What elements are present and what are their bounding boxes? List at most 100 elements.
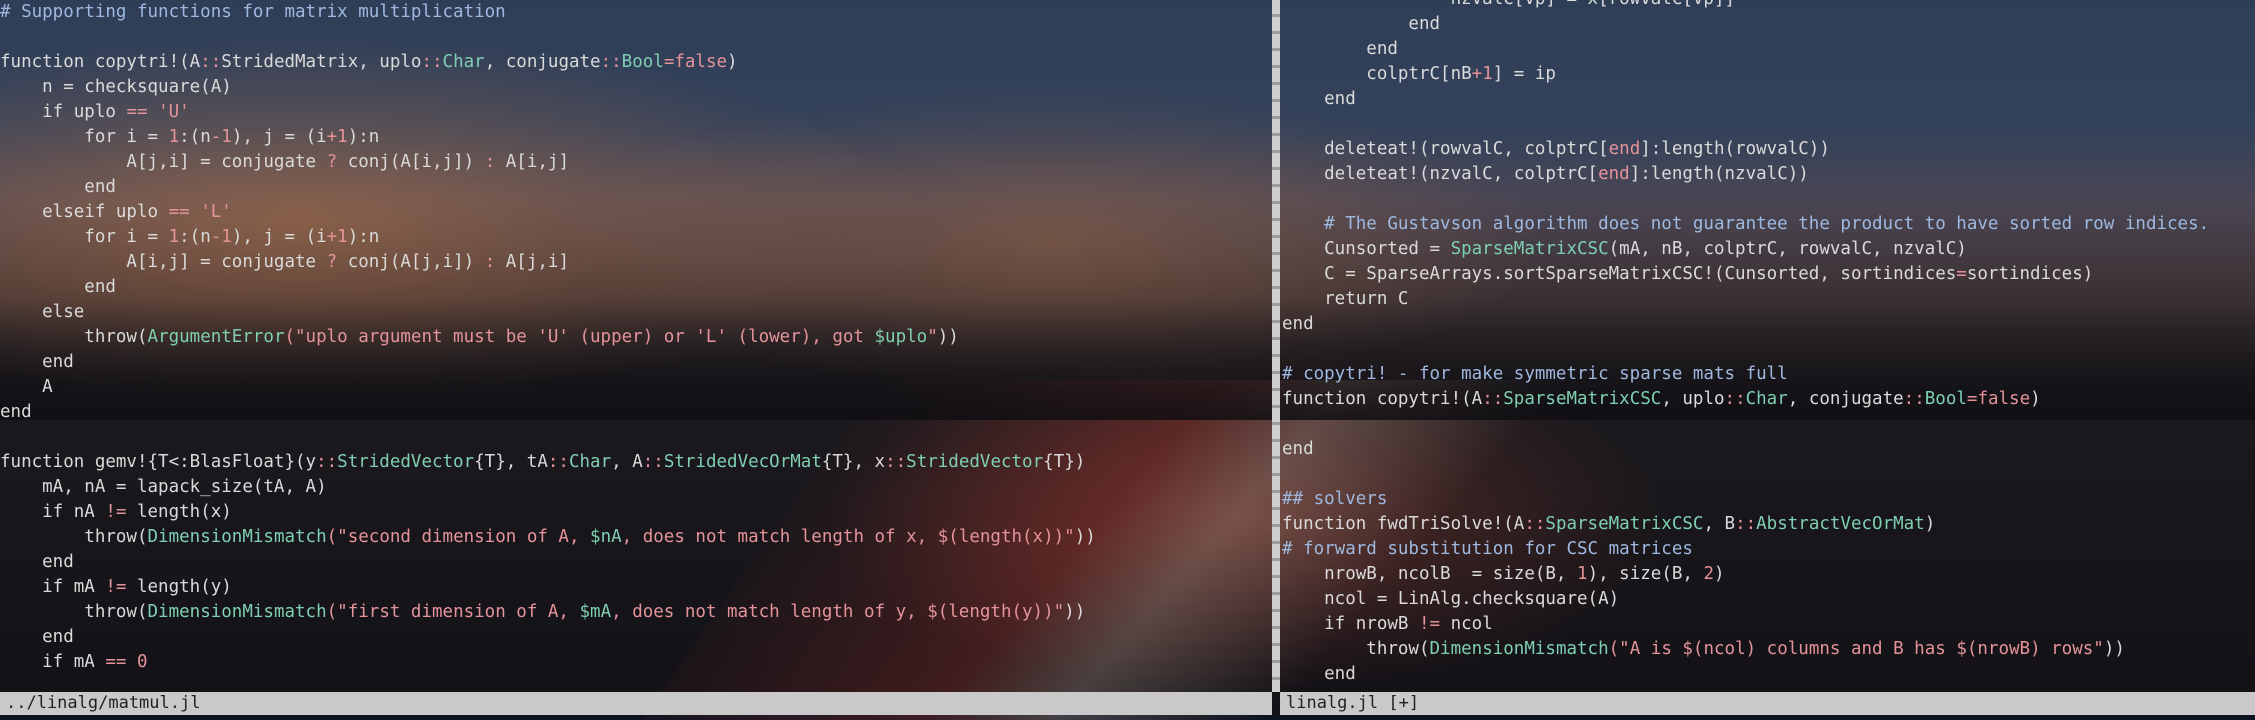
code-line[interactable]: end xyxy=(0,175,1270,200)
right-code-area[interactable]: nzvalC[vp] = x[rowvalC[vp]] end end colp… xyxy=(1282,0,2255,687)
code-line[interactable]: throw(DimensionMismatch("A is $(ncol) co… xyxy=(1282,637,2255,662)
code-line[interactable]: # copytri! - for make symmetric sparse m… xyxy=(1282,362,2255,387)
code-line[interactable] xyxy=(0,25,1270,50)
code-token: != xyxy=(105,577,127,597)
code-line[interactable]: # Supporting functions for matrix multip… xyxy=(0,0,1270,25)
code-line[interactable]: C = SparseArrays.sortSparseMatrixCSC!(Cu… xyxy=(1282,262,2255,287)
code-line[interactable]: A xyxy=(0,375,1270,400)
code-token: -1 xyxy=(210,227,232,247)
code-line[interactable]: end xyxy=(1282,312,2255,337)
code-line[interactable]: for i = 1:(n-1), j = (i+1):n xyxy=(0,125,1270,150)
code-line[interactable] xyxy=(0,425,1270,450)
code-line[interactable]: nrowB, ncolB = size(B, 1), size(B, 2) xyxy=(1282,562,2255,587)
code-line[interactable]: colptrC[nB+1] = ip xyxy=(1282,62,2255,87)
code-line[interactable]: end xyxy=(0,400,1270,425)
right-editor-pane[interactable]: nzvalC[vp] = x[rowvalC[vp]] end end colp… xyxy=(1282,0,2255,692)
code-line[interactable]: end xyxy=(1282,37,2255,62)
code-token: :: xyxy=(1482,389,1504,409)
code-line[interactable]: end xyxy=(1282,87,2255,112)
code-token: 'L' xyxy=(200,202,232,222)
code-line[interactable]: return C xyxy=(1282,287,2255,312)
code-line[interactable]: end xyxy=(0,625,1270,650)
code-token: == xyxy=(168,202,190,222)
code-line[interactable]: function gemv!{T<:BlasFloat}(y::StridedV… xyxy=(0,450,1270,475)
code-token: mA, nA = lapack_size(tA, A) xyxy=(0,477,327,497)
code-line[interactable]: deleteat!(rowvalC, colptrC[end]:length(r… xyxy=(1282,137,2255,162)
code-line[interactable]: for i = 1:(n-1), j = (i+1):n xyxy=(0,225,1270,250)
code-token: if uplo xyxy=(0,102,127,122)
code-token: end xyxy=(1598,164,1630,184)
code-token: conj(A[j,i]) xyxy=(337,252,485,272)
code-token: end xyxy=(1282,39,1398,59)
code-token: : xyxy=(484,252,496,272)
code-line[interactable]: if nA != length(x) xyxy=(0,500,1270,525)
code-line[interactable]: function copytri!(A::SparseMatrixCSC, up… xyxy=(1282,387,2255,412)
code-token: end xyxy=(0,402,32,422)
code-token: , does not match length of x, $(length(x… xyxy=(621,527,1075,547)
code-line[interactable]: Cunsorted = SparseMatrixCSC(mA, nB, colp… xyxy=(1282,237,2255,262)
code-line[interactable]: nzvalC[vp] = x[rowvalC[vp]] xyxy=(1282,0,2255,12)
code-token: :: xyxy=(421,52,443,72)
code-line[interactable] xyxy=(1282,187,2255,212)
code-line[interactable] xyxy=(1282,412,2255,437)
code-line[interactable]: end xyxy=(1282,662,2255,687)
code-token: if mA xyxy=(0,577,106,597)
code-token: function gemv!{T<:BlasFloat}(y xyxy=(0,452,317,472)
code-token: , A xyxy=(611,452,643,472)
code-token: function copytri!(A xyxy=(0,52,201,72)
code-token: ("first dimension of A, xyxy=(326,602,580,622)
code-token: +1 xyxy=(326,227,348,247)
code-line[interactable]: mA, nA = lapack_size(tA, A) xyxy=(0,475,1270,500)
code-line[interactable]: end xyxy=(1282,12,2255,37)
code-line[interactable]: ## solvers xyxy=(1282,487,2255,512)
code-line[interactable] xyxy=(1282,462,2255,487)
code-token: end xyxy=(1282,14,1441,34)
code-line[interactable]: if mA == 0 xyxy=(0,650,1270,675)
code-token: ), j = (i xyxy=(231,227,327,247)
code-token: ] = ip xyxy=(1492,64,1556,84)
code-line[interactable] xyxy=(1282,337,2255,362)
code-token: ) xyxy=(727,52,738,72)
code-line[interactable]: function fwdTriSolve!(A::SparseMatrixCSC… xyxy=(1282,512,2255,537)
code-token: # The Gustavson algorithm does not guara… xyxy=(1282,214,2210,234)
code-line[interactable]: A[j,i] = conjugate ? conj(A[i,j]) : A[i,… xyxy=(0,150,1270,175)
code-token: +1 xyxy=(326,127,348,147)
code-line[interactable]: # forward substitution for CSC matrices xyxy=(1282,537,2255,562)
code-line[interactable]: throw(DimensionMismatch("second dimensio… xyxy=(0,525,1270,550)
left-editor-pane[interactable]: # Supporting functions for matrix multip… xyxy=(0,0,1270,692)
code-line[interactable]: A[i,j] = conjugate ? conj(A[j,i]) : A[j,… xyxy=(0,250,1270,275)
code-token: = xyxy=(1956,264,1967,284)
code-token: 0 xyxy=(136,652,148,672)
code-line[interactable] xyxy=(1282,112,2255,137)
code-line[interactable]: function copytri!(A::StridedMatrix, uplo… xyxy=(0,50,1270,75)
code-token: function fwdTriSolve!(A xyxy=(1282,514,1525,534)
code-token: end xyxy=(1282,664,1356,684)
vertical-split-divider[interactable] xyxy=(1272,0,1280,692)
code-line[interactable]: if mA != length(y) xyxy=(0,575,1270,600)
code-line[interactable]: if nrowB != ncol xyxy=(1282,612,2255,637)
code-line[interactable]: end xyxy=(1282,437,2255,462)
code-line[interactable]: end xyxy=(0,350,1270,375)
code-line[interactable]: n = checksquare(A) xyxy=(0,75,1270,100)
code-token: ), j = (i xyxy=(231,127,327,147)
left-code-area[interactable]: # Supporting functions for matrix multip… xyxy=(0,0,1270,675)
code-line[interactable]: throw(ArgumentError("uplo argument must … xyxy=(0,325,1270,350)
code-token: ):n xyxy=(347,227,380,247)
code-token: $nA xyxy=(590,527,622,547)
code-token: , does not match length of y, $(length(y… xyxy=(611,602,1065,622)
code-line[interactable]: end xyxy=(0,550,1270,575)
code-line[interactable]: throw(DimensionMismatch("first dimension… xyxy=(0,600,1270,625)
code-token: 1 xyxy=(168,127,180,147)
code-line[interactable]: deleteat!(nzvalC, colptrC[end]:length(nz… xyxy=(1282,162,2255,187)
code-line[interactable]: ncol = LinAlg.checksquare(A) xyxy=(1282,587,2255,612)
code-token: 'U' xyxy=(158,102,190,122)
code-token: 1 xyxy=(168,227,180,247)
code-token: conj(A[i,j]) xyxy=(337,152,485,172)
code-line[interactable]: # The Gustavson algorithm does not guara… xyxy=(1282,212,2255,237)
code-line[interactable]: else xyxy=(0,300,1270,325)
code-line[interactable]: if uplo == 'U' xyxy=(0,100,1270,125)
code-line[interactable]: end xyxy=(0,275,1270,300)
code-token: (mA, nB, colptrC, rowvalC, nzvalC) xyxy=(1608,239,1967,259)
code-line[interactable]: elseif uplo == 'L' xyxy=(0,200,1270,225)
